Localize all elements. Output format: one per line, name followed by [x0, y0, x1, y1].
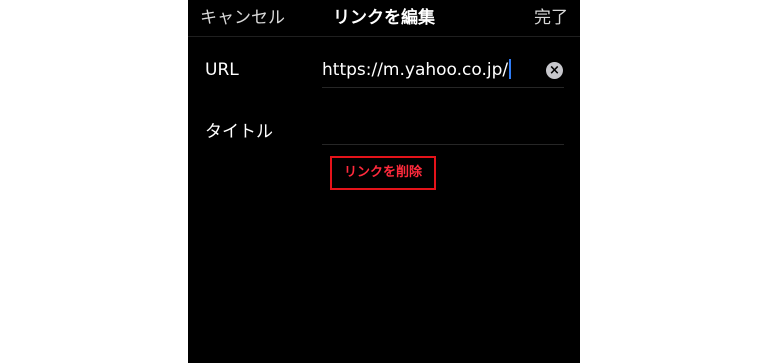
url-label: URL: [205, 60, 239, 80]
done-button[interactable]: 完了: [534, 3, 568, 28]
edit-link-screen: キャンセル リンクを編集 完了 URL https://m.yahoo.co.j…: [188, 0, 580, 363]
delete-link-button[interactable]: リンクを削除: [330, 156, 436, 190]
url-field[interactable]: https://m.yahoo.co.jp/ ×: [322, 57, 564, 88]
navigation-bar: キャンセル リンクを編集 完了: [188, 0, 580, 37]
title-field[interactable]: [322, 114, 564, 145]
url-text: https://m.yahoo.co.jp/: [322, 60, 509, 80]
clear-circle-icon[interactable]: ×: [546, 62, 563, 79]
title-label: タイトル: [205, 122, 273, 142]
page-title: リンクを編集: [333, 8, 435, 28]
text-cursor: [509, 59, 512, 79]
url-input-value[interactable]: https://m.yahoo.co.jp/: [322, 59, 512, 80]
